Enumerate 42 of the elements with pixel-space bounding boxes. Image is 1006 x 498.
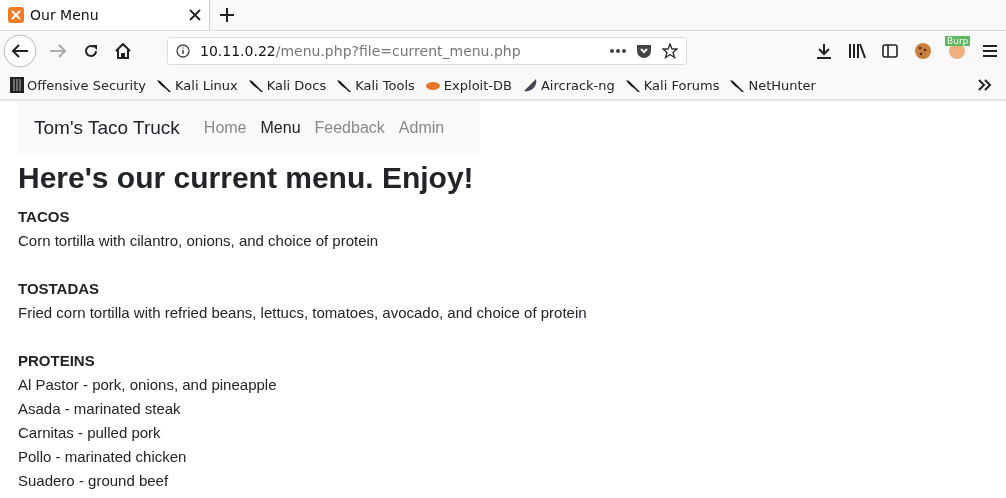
- menu-item-text: Carnitas - pulled pork: [18, 423, 162, 443]
- close-icon[interactable]: [189, 9, 201, 21]
- bookmark[interactable]: Kali Forums: [643, 77, 720, 93]
- menu-item-text: Fried corn tortilla with refried beans, lettucs, tomatoes, avocado, and choice of protein: [18, 303, 588, 323]
- sidebar-icon[interactable]: [882, 43, 898, 59]
- extension-badge: Burp: [945, 36, 971, 46]
- back-icon[interactable]: [3, 34, 37, 68]
- menu-icon[interactable]: [982, 44, 998, 58]
- cookie-icon[interactable]: [914, 42, 932, 60]
- nav-link[interactable]: Menu: [260, 119, 301, 137]
- section-title: PROTEINS: [18, 351, 96, 371]
- reload-icon[interactable]: [83, 43, 99, 59]
- download-icon[interactable]: [816, 43, 832, 59]
- menu-item-text: Al Pastor - pork, onions, and pineapple: [18, 375, 278, 395]
- app-icon: [8, 7, 24, 23]
- bookmark-icon: [10, 77, 24, 93]
- pocket-icon[interactable]: [636, 43, 652, 59]
- nav-link[interactable]: Home: [203, 119, 247, 137]
- brand-link[interactable]: Tom's Taco Truck: [34, 117, 180, 139]
- home-icon[interactable]: [115, 43, 131, 59]
- menu-item-text: Suadero - ground beef: [18, 471, 170, 491]
- chevrons-icon[interactable]: [978, 79, 992, 91]
- address-bar[interactable]: 10.11.0.22/menu.php?file=current_menu.php: [167, 37, 687, 65]
- section-title: TOSTADAS: [18, 279, 101, 299]
- section-title: TACOS: [18, 207, 71, 227]
- bookmark[interactable]: Kali Docs: [266, 77, 327, 93]
- browser-tab[interactable]: Our Menu: [0, 0, 210, 30]
- bookmark[interactable]: Offensive Security: [27, 77, 147, 93]
- page-heading: Here's our current menu. Enjoy!: [18, 161, 475, 195]
- new-tab-icon[interactable]: [220, 8, 234, 22]
- bookmark[interactable]: NetHunter: [748, 77, 816, 93]
- star-icon[interactable]: [662, 43, 678, 59]
- library-icon[interactable]: [848, 43, 866, 59]
- menu-item-text: Asada - marinated steak: [18, 399, 182, 419]
- bookmark[interactable]: Exploit-DB: [443, 77, 512, 93]
- bookmark[interactable]: Kali Tools: [355, 77, 415, 93]
- info-icon[interactable]: [176, 44, 190, 58]
- bookmark[interactable]: Aircrack-ng: [540, 77, 615, 93]
- bookmark[interactable]: Kali Linux: [175, 77, 238, 93]
- more-icon[interactable]: [610, 49, 626, 53]
- menu-item-text: Pollo - marinated chicken: [18, 447, 188, 467]
- menu-item-text: Corn tortilla with cilantro, onions, and choice of protein: [18, 231, 380, 251]
